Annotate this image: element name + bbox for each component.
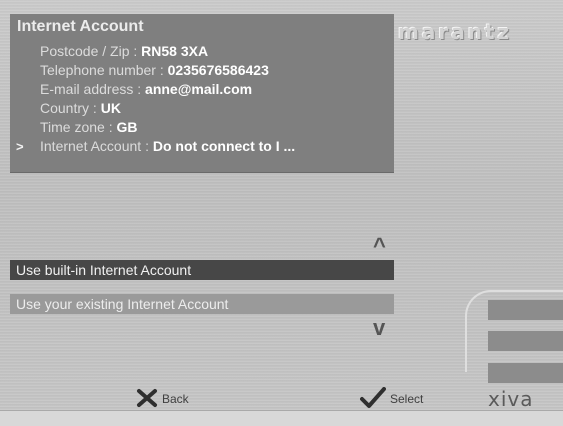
internet-account-field: Internet Account : Do not connect to I .… (40, 137, 295, 156)
country-label: Country : (40, 100, 101, 116)
marantz-logo: marantz (398, 20, 513, 42)
account-info-panel: Internet Account Postcode / Zip : RN58 3… (10, 14, 394, 173)
decorative-bar (488, 363, 563, 383)
postcode-row[interactable]: Postcode / Zip : RN58 3XA (10, 42, 394, 61)
back-label: Back (162, 392, 189, 406)
option-existing-account[interactable]: Use your existing Internet Account (10, 294, 394, 314)
email-row[interactable]: E-mail address : anne@mail.com (10, 80, 394, 99)
timezone-row[interactable]: Time zone : GB (10, 118, 394, 137)
decorative-bar (488, 300, 563, 320)
postcode-field: Postcode / Zip : RN58 3XA (40, 42, 208, 61)
xiva-logo: xiva (488, 388, 534, 410)
option-builtin-account[interactable]: Use built-in Internet Account (10, 260, 394, 280)
telephone-row[interactable]: Telephone number : 0235676586423 (10, 61, 394, 80)
internet-account-row[interactable]: > Internet Account : Do not connect to I… (10, 137, 394, 156)
row-marker-icon: > (16, 139, 24, 154)
internet-account-value: Do not connect to I ... (152, 138, 296, 154)
telephone-label: Telephone number : (40, 62, 168, 78)
postcode-value: RN58 3XA (141, 43, 209, 59)
timezone-value: GB (116, 119, 138, 135)
country-value: UK (100, 100, 121, 116)
internet-account-label: Internet Account : (40, 138, 153, 154)
timezone-label: Time zone : (40, 119, 117, 135)
email-label: E-mail address : (40, 81, 146, 97)
bottom-frame (0, 410, 563, 426)
timezone-field: Time zone : GB (40, 118, 138, 137)
select-button[interactable]: Select (360, 386, 424, 412)
back-button[interactable]: Back (136, 388, 189, 410)
decorative-bar (488, 331, 563, 351)
panel-title: Internet Account (17, 18, 144, 35)
postcode-label: Postcode / Zip : (40, 43, 142, 59)
email-field: E-mail address : anne@mail.com (40, 80, 252, 99)
country-field: Country : UK (40, 99, 121, 118)
select-label: Select (390, 392, 424, 406)
close-x-icon (136, 388, 162, 411)
email-value: anne@mail.com (145, 81, 253, 97)
telephone-field: Telephone number : 0235676586423 (40, 61, 269, 80)
telephone-value: 0235676586423 (167, 62, 269, 78)
checkmark-icon (360, 386, 390, 412)
country-row[interactable]: Country : UK (10, 99, 394, 118)
account-fields: Postcode / Zip : RN58 3XA Telephone numb… (10, 42, 394, 156)
